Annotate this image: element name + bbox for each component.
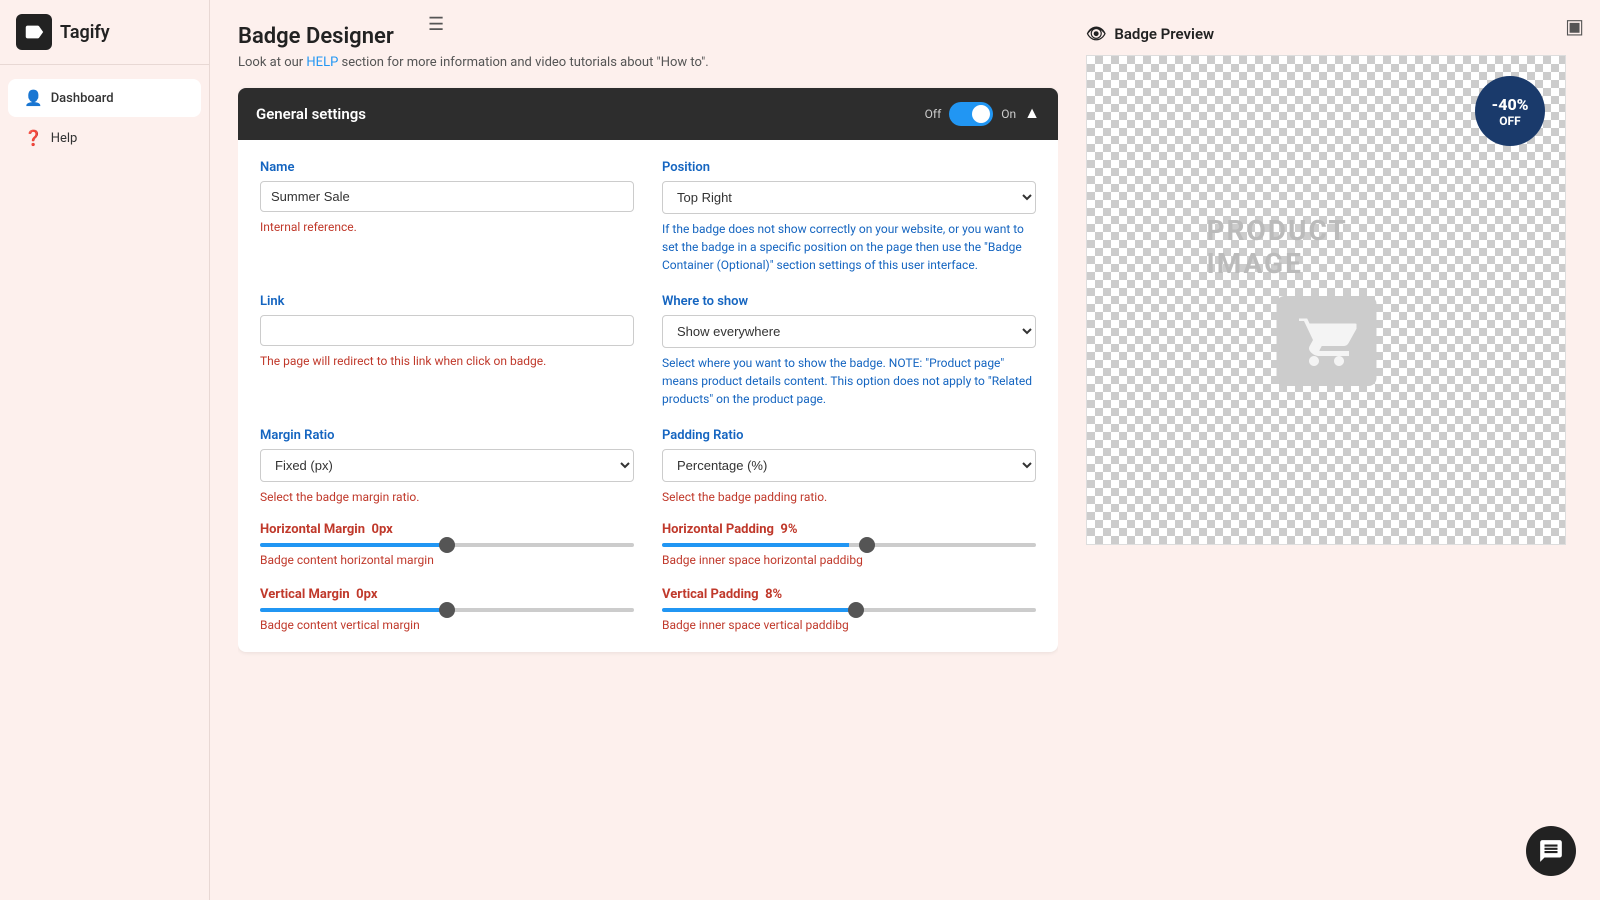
horizontal-padding-label: Horizontal Padding 9% xyxy=(662,522,1036,537)
settings-grid: Name Internal reference. Position Top Ri… xyxy=(260,160,1036,506)
padding-ratio-field-group: Padding Ratio Percentage (%) Fixed (px) … xyxy=(662,428,1036,506)
sidebar-logo: Tagify xyxy=(0,0,209,65)
preview-eye-icon: 👁 xyxy=(1086,24,1106,43)
slider-section: Horizontal Margin 0px Badge content hori… xyxy=(260,522,1036,632)
settings-body: Name Internal reference. Position Top Ri… xyxy=(238,140,1058,652)
where-to-show-field-group: Where to show Show everywhere Product pa… xyxy=(662,294,1036,408)
horizontal-margin-label: Horizontal Margin 0px xyxy=(260,522,634,537)
top-right-icon[interactable]: ▣ xyxy=(1565,14,1584,38)
settings-header: General settings Off On ▲ xyxy=(238,88,1058,140)
preview-box: -40% OFF PRODUCT IMAGE xyxy=(1086,55,1566,545)
vertical-margin-group: Vertical Margin 0px Badge content vertic… xyxy=(260,587,634,632)
settings-panel: General settings Off On ▲ xyxy=(238,88,1058,652)
hamburger-button[interactable]: ☰ xyxy=(428,14,444,35)
page-subtitle: Look at our HELP section for more inform… xyxy=(238,55,1058,70)
collapse-button[interactable]: ▲ xyxy=(1024,105,1040,123)
where-to-show-select[interactable]: Show everywhere Product page only Collec… xyxy=(662,315,1036,348)
name-hint: Internal reference. xyxy=(260,218,634,236)
horizontal-padding-slider[interactable] xyxy=(662,543,1036,547)
sidebar-nav: 👤 Dashboard ❓ Help xyxy=(0,65,209,171)
vertical-padding-group: Vertical Padding 8% Badge inner space ve… xyxy=(662,587,1036,632)
link-field-group: Link The page will redirect to this link… xyxy=(260,294,634,408)
badge-percent: -40% xyxy=(1491,95,1528,114)
name-input[interactable] xyxy=(260,181,634,212)
position-field-group: Position Top Right Top Left Bottom Right… xyxy=(662,160,1036,274)
name-field-group: Name Internal reference. xyxy=(260,160,634,274)
margin-ratio-select[interactable]: Fixed (px) Percentage (%) xyxy=(260,449,634,482)
position-hint: If the badge does not show correctly on … xyxy=(662,220,1036,274)
padding-ratio-select[interactable]: Percentage (%) Fixed (px) xyxy=(662,449,1036,482)
horizontal-padding-group: Horizontal Padding 9% Badge inner space … xyxy=(662,522,1036,567)
preview-header: 👁 Badge Preview xyxy=(1086,24,1576,55)
help-label: Help xyxy=(51,131,78,146)
vertical-margin-hint: Badge content vertical margin xyxy=(260,618,634,632)
padding-ratio-label: Padding Ratio xyxy=(662,428,1036,443)
vertical-padding-slider[interactable] xyxy=(662,608,1036,612)
logo-icon xyxy=(16,14,52,50)
horizontal-margin-hint: Badge content horizontal margin xyxy=(260,553,634,567)
link-label: Link xyxy=(260,294,634,309)
margin-ratio-hint: Select the badge margin ratio. xyxy=(260,488,634,506)
sidebar-item-help[interactable]: ❓ Help xyxy=(8,119,201,157)
vertical-padding-value: 8% xyxy=(765,587,782,602)
help-icon: ❓ xyxy=(24,129,43,147)
vertical-margin-label: Vertical Margin 0px xyxy=(260,587,634,602)
link-input[interactable] xyxy=(260,315,634,346)
horizontal-margin-slider[interactable] xyxy=(260,543,634,547)
link-hint: The page will redirect to this link when… xyxy=(260,352,634,370)
slider-row-1: Horizontal Margin 0px Badge content hori… xyxy=(260,522,1036,567)
settings-header-controls: Off On ▲ xyxy=(925,102,1040,126)
app-name: Tagify xyxy=(60,22,110,43)
toggle-on-label: On xyxy=(1001,107,1016,121)
vertical-margin-slider[interactable] xyxy=(260,608,634,612)
vertical-padding-hint: Badge inner space vertical paddibg xyxy=(662,618,1036,632)
horizontal-padding-value: 9% xyxy=(780,522,797,537)
position-label: Position xyxy=(662,160,1036,175)
position-select[interactable]: Top Right Top Left Bottom Right Bottom L… xyxy=(662,181,1036,214)
badge-off: OFF xyxy=(1499,114,1520,128)
dashboard-label: Dashboard xyxy=(51,91,114,106)
preview-panel: 👁 Badge Preview -40% OFF PRODUCT IMAGE xyxy=(1086,24,1576,876)
horizontal-margin-group: Horizontal Margin 0px Badge content hori… xyxy=(260,522,634,567)
cart-icon xyxy=(1296,311,1356,371)
name-label: Name xyxy=(260,160,634,175)
padding-ratio-hint: Select the badge padding ratio. xyxy=(662,488,1036,506)
toggle-off-label: Off xyxy=(925,107,942,121)
sidebar: Tagify 👤 Dashboard ❓ Help xyxy=(0,0,210,900)
cart-icon-box xyxy=(1276,296,1376,386)
general-toggle[interactable] xyxy=(949,102,993,126)
where-to-show-label: Where to show xyxy=(662,294,1036,309)
horizontal-padding-hint: Badge inner space horizontal paddibg xyxy=(662,553,1036,567)
preview-title: Badge Preview xyxy=(1114,25,1214,43)
dashboard-icon: 👤 xyxy=(24,89,43,107)
vertical-padding-label: Vertical Padding 8% xyxy=(662,587,1036,602)
sidebar-item-dashboard[interactable]: 👤 Dashboard xyxy=(8,79,201,117)
settings-header-title: General settings xyxy=(256,105,366,123)
margin-ratio-field-group: Margin Ratio Fixed (px) Percentage (%) S… xyxy=(260,428,634,506)
margin-ratio-label: Margin Ratio xyxy=(260,428,634,443)
where-to-show-hint: Select where you want to show the badge.… xyxy=(662,354,1036,408)
chat-icon xyxy=(1538,838,1564,864)
product-image-text: PRODUCT IMAGE xyxy=(1207,214,1446,280)
help-link[interactable]: HELP xyxy=(306,55,338,70)
badge-circle: -40% OFF xyxy=(1475,76,1545,146)
product-image-placeholder: PRODUCT IMAGE xyxy=(1207,214,1446,386)
vertical-margin-value: 0px xyxy=(356,587,377,602)
page-title: Badge Designer xyxy=(238,24,1058,49)
slider-row-2: Vertical Margin 0px Badge content vertic… xyxy=(260,587,1036,632)
horizontal-margin-value: 0px xyxy=(371,522,392,537)
chat-bubble[interactable] xyxy=(1526,826,1576,876)
